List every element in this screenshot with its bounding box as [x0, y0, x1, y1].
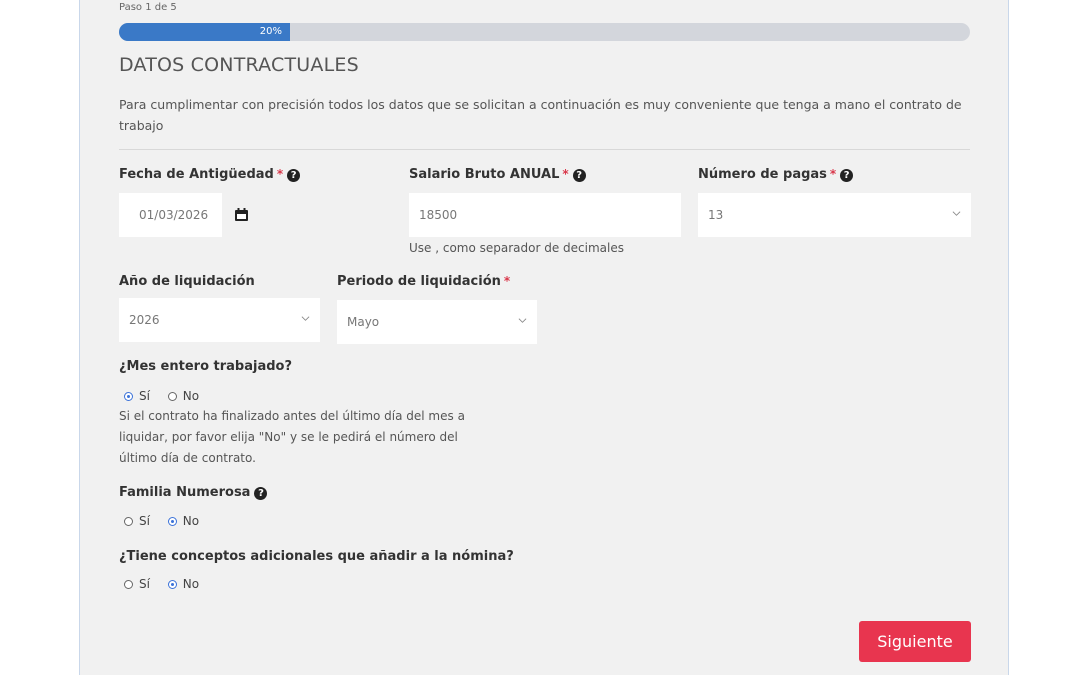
- pagas-selected-value: 13: [708, 208, 724, 222]
- help-icon[interactable]: ?: [572, 169, 586, 182]
- pagas-select[interactable]: 13: [698, 193, 971, 237]
- mes-entero-radio-group: Sí No: [124, 389, 213, 403]
- mes-entero-label: ¿Mes entero trabajado?: [119, 359, 293, 374]
- section-intro: Para cumplimentar con precisión todos lo…: [119, 97, 962, 133]
- periodo-label-row: Periodo de liquidación *: [337, 274, 510, 289]
- anio-label-row: Año de liquidación: [119, 274, 255, 289]
- chevron-down-icon: [952, 211, 961, 216]
- salario-label-row: Salario Bruto ANUAL *?: [409, 167, 586, 182]
- anio-label: Año de liquidación: [119, 274, 255, 289]
- next-button[interactable]: Siguiente: [859, 621, 971, 662]
- radio-selected[interactable]: [167, 580, 177, 589]
- radio-label: Sí: [139, 514, 150, 528]
- radio-selected[interactable]: [124, 392, 133, 401]
- help-icon[interactable]: ?: [840, 169, 854, 182]
- section-title: DATOS CONTRACTUALES: [119, 54, 359, 76]
- progress-bar: 20%: [119, 23, 970, 41]
- antiguedad-label-row: Fecha de Antigüedad *?: [119, 167, 301, 182]
- radio-option-si[interactable]: Sí: [124, 577, 150, 591]
- step-indicator: Paso 1 de 5: [119, 2, 177, 13]
- familia-label-row: Familia Numerosa?: [119, 485, 268, 500]
- salario-label: Salario Bruto ANUAL: [409, 167, 560, 182]
- required-marker: *: [829, 167, 837, 181]
- pagas-label-row: Número de pagas *?: [698, 167, 854, 182]
- required-marker: *: [503, 274, 511, 288]
- radio-label: No: [182, 389, 200, 403]
- periodo-label: Periodo de liquidación: [337, 274, 501, 289]
- help-icon[interactable]: ?: [287, 169, 301, 182]
- familia-radio-group: Sí No: [124, 514, 213, 528]
- anio-select[interactable]: 2026: [119, 298, 320, 342]
- radio-option-no[interactable]: No: [167, 389, 200, 403]
- radio-option-si[interactable]: Sí: [124, 514, 150, 528]
- radio-option-no[interactable]: No: [167, 514, 200, 528]
- chevron-down-icon: [518, 318, 527, 323]
- anio-selected-value: 2026: [129, 313, 160, 327]
- radio-selected[interactable]: [167, 517, 177, 526]
- radio-label: No: [182, 514, 200, 528]
- chevron-down-icon: [301, 316, 310, 321]
- radio-option-si[interactable]: Sí: [124, 389, 150, 403]
- mes-entero-note: Si el contrato ha finalizado antes del ú…: [119, 409, 465, 465]
- radio-unselected[interactable]: [124, 580, 133, 589]
- antiguedad-label: Fecha de Antigüedad: [119, 167, 274, 182]
- pagas-label: Número de pagas: [698, 167, 827, 182]
- radio-label: Sí: [139, 389, 150, 403]
- required-marker: *: [276, 167, 284, 181]
- familia-label: Familia Numerosa: [119, 485, 251, 500]
- radio-unselected[interactable]: [167, 392, 177, 401]
- radio-unselected[interactable]: [124, 517, 133, 526]
- salario-hint: Use , como separador de decimales: [409, 241, 625, 255]
- conceptos-label: ¿Tiene conceptos adicionales que añadir …: [119, 549, 514, 564]
- progress-percent-label: 20%: [259, 26, 282, 37]
- calendar-icon[interactable]: [234, 207, 249, 221]
- radio-option-no[interactable]: No: [167, 577, 200, 591]
- radio-label: No: [182, 577, 200, 591]
- periodo-selected-value: Mayo: [347, 315, 380, 329]
- conceptos-radio-group: Sí No: [124, 577, 213, 591]
- divider: [119, 149, 970, 150]
- progress-fill: 20%: [119, 23, 290, 41]
- salario-input[interactable]: 18500: [409, 193, 681, 237]
- radio-label: Sí: [139, 577, 150, 591]
- required-marker: *: [562, 167, 569, 181]
- help-icon[interactable]: ?: [254, 487, 268, 500]
- antiguedad-date-input[interactable]: 01/03/2026: [119, 193, 222, 237]
- periodo-select[interactable]: Mayo: [337, 300, 537, 344]
